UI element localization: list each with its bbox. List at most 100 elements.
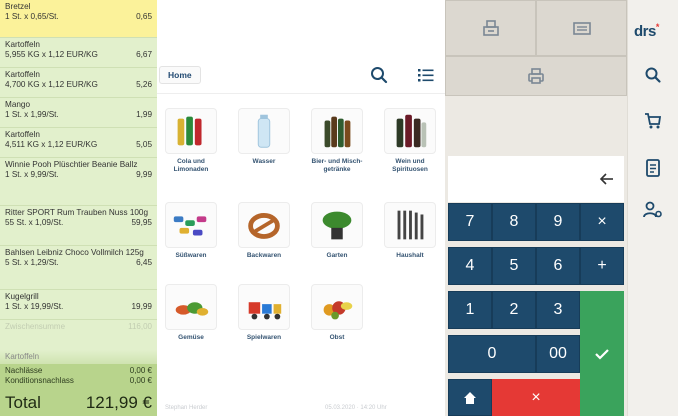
category-tile-cola[interactable]: Cola und Limonaden [160, 108, 222, 174]
key-00[interactable]: 00 [536, 335, 580, 373]
toy-train-icon [238, 284, 290, 330]
item-name: Kartoffeln [5, 130, 40, 139]
item-name: Kugelgrill [5, 292, 39, 301]
tile-label: Backwaren [246, 252, 282, 259]
home-icon [464, 391, 476, 404]
vegetables-icon [165, 284, 217, 330]
category-tile-obst[interactable]: Obst [306, 284, 368, 342]
key-multiply[interactable]: × [580, 203, 624, 241]
category-tile-gemuese[interactable]: Gemüse [160, 284, 222, 342]
wine-bottles-icon [384, 108, 436, 154]
logo-mark: * [655, 22, 660, 32]
category-tile-suesswaren[interactable]: Süßwaren [160, 202, 222, 260]
receipt-line-item[interactable]: Kartoffeln 5,955 KG x 1,12 EUR/KG 6,67 [0, 38, 157, 68]
tile-label: Wein und Spirituosen [392, 158, 428, 173]
tile-label: Obst [329, 334, 345, 341]
receipt-line-item[interactable]: Kartoffeln 4,700 KG x 1,12 EUR/KG 5,26 [0, 68, 157, 98]
logo-text: drs [634, 23, 656, 40]
receipt-line-item[interactable]: Kartoffeln 4,511 KG x 1,12 EUR/KG 5,05 [0, 128, 157, 158]
confirm-button[interactable] [580, 291, 624, 416]
receipt-line-item[interactable]: Mango 1 St. x 1,99/St. 1,99 [0, 98, 157, 128]
key-5[interactable]: 5 [492, 247, 536, 285]
item-name: Bretzel [5, 2, 31, 11]
key-plus[interactable]: + [580, 247, 624, 285]
item-quantity: 5 St. x 1,29/St. [5, 258, 59, 267]
soft-drinks-icon [165, 108, 217, 154]
item-quantity: 5,955 KG x 1,12 EUR/KG [5, 50, 98, 59]
total-value: 121,99 € [85, 393, 152, 412]
receipt-list-button[interactable] [536, 0, 627, 56]
tile-label: Wasser [252, 158, 276, 165]
receipt-line-item[interactable]: Winnie Pooh Plüschtier Beanie Ballz 1 St… [0, 158, 157, 206]
register-panel: 7 8 9 × 4 5 6 + 1 2 3 0 00 × [445, 0, 627, 416]
item-amount: 0,65 [136, 12, 152, 21]
user-settings-icon[interactable] [643, 200, 663, 220]
tile-label: Süßwaren [175, 252, 207, 259]
amount-entry-field[interactable] [448, 156, 624, 202]
key-2[interactable]: 2 [492, 291, 536, 329]
item-name: Ritter SPORT Rum Trauben Nuss 100g [5, 208, 149, 217]
key-9[interactable]: 9 [536, 203, 580, 241]
fruit-icon [311, 284, 363, 330]
item-amount: 6,45 [136, 258, 152, 267]
item-name: Mango [5, 100, 31, 109]
key-1[interactable]: 1 [448, 291, 492, 329]
receipt-line-item[interactable]: Bahlsen Leibniz Choco Vollmilch 125g 5 S… [0, 246, 157, 290]
key-4[interactable]: 4 [448, 247, 492, 285]
discounts-row: Nachlässe 0,00 € [5, 366, 152, 376]
category-tile-wasser[interactable]: Wasser [233, 108, 295, 166]
tile-label: Haushalt [396, 252, 424, 259]
item-quantity: 4,700 KG x 1,12 EUR/KG [5, 80, 98, 89]
receipt-line-item[interactable]: Bretzel 1 St. x 0,65/St. 0,65 [0, 0, 157, 38]
candy-icon [165, 202, 217, 248]
item-quantity: 4,511 KG x 1,12 EUR/KG [5, 140, 98, 149]
category-tile-bier[interactable]: Bier- und Misch- getränke [306, 108, 368, 174]
item-name: Winnie Pooh Plüschtier Beanie Ballz [5, 160, 138, 169]
category-tile-garten[interactable]: Garten [306, 202, 368, 260]
pretzel-icon [238, 202, 290, 248]
item-quantity: 1 St. x 0,65/St. [5, 12, 59, 21]
key-3[interactable]: 3 [536, 291, 580, 329]
item-amount: 9,99 [136, 170, 152, 179]
search-icon[interactable] [369, 65, 389, 85]
cart-icon[interactable] [643, 111, 663, 131]
item-quantity: 1 St. x 9,99/St. [5, 170, 59, 179]
beer-bottles-icon [311, 108, 363, 154]
condition-discount-row: Konditionsnachlass 0,00 € [5, 376, 152, 386]
search-icon[interactable] [643, 65, 663, 85]
catalog-toolbar: Home [157, 56, 445, 94]
category-tile-spielwaren[interactable]: Spielwaren [233, 284, 295, 342]
print-button[interactable] [445, 56, 627, 96]
key-6[interactable]: 6 [536, 247, 580, 285]
receipt-faded-item: Kartoffeln [0, 350, 157, 364]
knives-icon [384, 202, 436, 248]
cancel-button[interactable]: × [492, 379, 580, 416]
backspace-arrow-icon[interactable] [598, 170, 616, 188]
key-0[interactable]: 0 [448, 335, 536, 373]
key-7[interactable]: 7 [448, 203, 492, 241]
category-tile-wein[interactable]: Wein und Spirituosen [379, 108, 441, 174]
key-8[interactable]: 8 [492, 203, 536, 241]
checkmark-icon [595, 348, 609, 360]
subtotal-value: 116,00 [128, 322, 152, 331]
item-name: Bahlsen Leibniz Choco Vollmilch 125g [5, 248, 144, 257]
breadcrumb-home[interactable]: Home [159, 66, 201, 84]
cash-drawer-icon [482, 20, 499, 36]
receipt-icon[interactable] [643, 158, 663, 178]
home-button[interactable] [448, 379, 492, 416]
item-name: Kartoffeln [5, 40, 40, 49]
item-amount: 1,99 [136, 110, 152, 119]
item-quantity: 1 St. x 19,99/St. [5, 302, 64, 311]
side-nav: drs* [627, 0, 678, 416]
list-view-icon[interactable] [416, 65, 436, 85]
receipt-line-item[interactable]: Ritter SPORT Rum Trauben Nuss 100g 55 St… [0, 206, 157, 246]
subtotal-label: Zwischensumme [5, 322, 66, 331]
subtotal-row: Zwischensumme 116,00 [0, 320, 157, 333]
status-time: 05.03.2020 · 14:20 Uhr [325, 405, 387, 411]
drawer-button[interactable] [445, 0, 536, 56]
category-tile-backwaren[interactable]: Backwaren [233, 202, 295, 260]
receipt-line-item[interactable]: Kugelgrill 1 St. x 19,99/St. 19,99 [0, 290, 157, 320]
discounts-label: Nachlässe [5, 366, 43, 375]
category-tile-haushalt[interactable]: Haushalt [379, 202, 441, 260]
condition-discount-value: 0,00 € [129, 376, 152, 385]
